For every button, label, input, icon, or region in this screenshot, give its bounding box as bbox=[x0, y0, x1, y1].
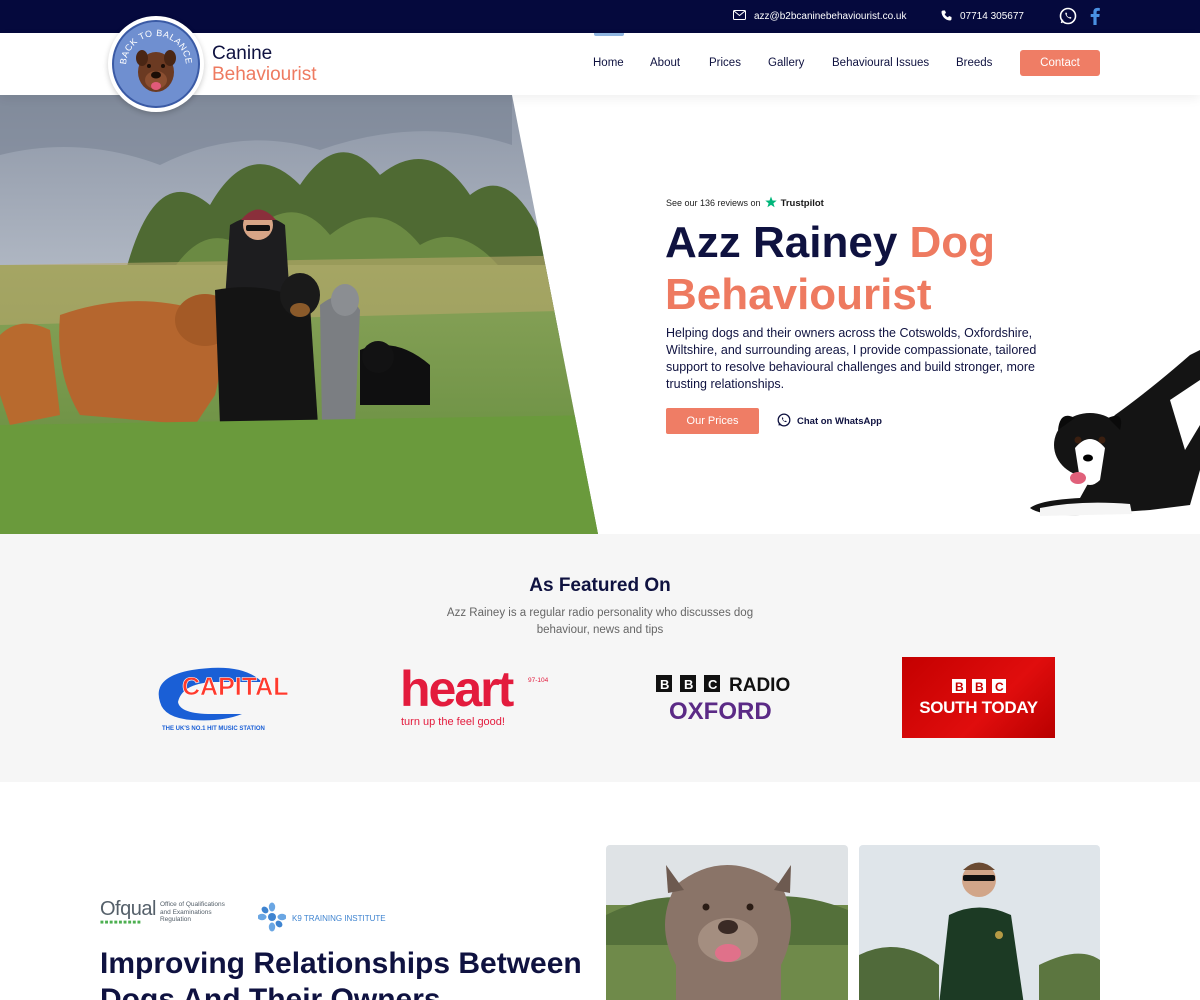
trustpilot-brand: Trustpilot bbox=[780, 197, 824, 209]
hero-heading-line2: Behaviourist bbox=[665, 270, 932, 319]
hero-heading-name: Azz Rainey bbox=[665, 218, 898, 267]
capital-wordmark: CAPITAL bbox=[182, 673, 288, 701]
ofqual-accreditation: Ofqual ■■■■■■■■■ Office of Qualification… bbox=[100, 898, 230, 926]
bbc-radio-oxford-logo: B B C RADIO OXFORD bbox=[655, 673, 805, 725]
hero-photo-owner-with-dogs bbox=[0, 95, 600, 534]
whatsapp-link-label[interactable]: Chat on WhatsApp bbox=[797, 416, 882, 427]
heart-frequency: 97-104 bbox=[528, 677, 549, 684]
hero-heading-line1: Azz Rainey Dog bbox=[665, 218, 995, 268]
bbc-letter-b2: B bbox=[684, 677, 693, 692]
hero-heading-dog: Dog bbox=[909, 218, 996, 267]
bbc-letter-c: C bbox=[708, 677, 718, 692]
trainer-outdoor-photo bbox=[859, 845, 1100, 1000]
bbc-radio-word: RADIO bbox=[729, 675, 790, 696]
phone-text[interactable]: 07714 305677 bbox=[960, 11, 1024, 22]
bbc-south-today-word: SOUTH TODAY bbox=[919, 697, 1038, 717]
heart-radio-logo: heart 97-104 turn up the feel good! bbox=[398, 661, 558, 732]
hero-description: Helping dogs and their owners across the… bbox=[666, 326, 1037, 391]
featured-subtitle: Azz Rainey is a regular radio personalit… bbox=[446, 607, 754, 636]
nav-breeds[interactable]: Breeds bbox=[956, 57, 992, 69]
capital-fm-logo: CAPITAL THE UK'S NO.1 HIT MUSIC STATION bbox=[152, 662, 292, 734]
email-link[interactable]: azz@b2bcaninebehaviourist.co.uk bbox=[733, 0, 906, 33]
trustpilot-prefix: See our 136 reviews on bbox=[666, 198, 761, 208]
bully-dog-photo bbox=[606, 845, 848, 1000]
nav-about[interactable]: About bbox=[650, 57, 680, 69]
featured-title: As Featured On bbox=[529, 575, 671, 596]
chat-whatsapp-link[interactable]: Chat on WhatsApp bbox=[777, 413, 882, 430]
contact-button[interactable]: Contact bbox=[1020, 50, 1100, 76]
hero-section: See our 136 reviews on Trustpilot bbox=[0, 95, 1200, 534]
ofqual-description: Office of Qualifications and Examination… bbox=[159, 901, 225, 923]
bbc-st-letter-b2: B bbox=[975, 680, 984, 694]
our-prices-button[interactable]: Our Prices bbox=[666, 408, 759, 434]
main-nav: Home About Prices Gallery Behavioural Is… bbox=[0, 33, 1200, 95]
capital-tagline: THE UK'S NO.1 HIT MUSIC STATION bbox=[162, 726, 265, 732]
envelope-icon bbox=[733, 10, 746, 23]
phone-link[interactable]: 07714 305677 bbox=[941, 0, 1024, 33]
nav-behavioural-issues[interactable]: Behavioural Issues bbox=[832, 57, 929, 69]
nav-prices[interactable]: Prices bbox=[709, 57, 741, 69]
email-text[interactable]: azz@b2bcaninebehaviourist.co.uk bbox=[754, 11, 906, 22]
whatsapp-icon[interactable] bbox=[1058, 6, 1078, 26]
nav-home[interactable]: Home bbox=[593, 57, 624, 69]
facebook-icon[interactable] bbox=[1085, 6, 1105, 26]
bbc-st-letter-c: C bbox=[995, 680, 1004, 694]
bbc-south-today-logo: B B C SOUTH TODAY bbox=[902, 657, 1055, 738]
k9-paw-icon bbox=[257, 902, 287, 934]
phone-icon bbox=[941, 10, 952, 24]
k9-training-institute-accreditation: K9 TRAINING INSTITUTE bbox=[257, 902, 386, 934]
ofqual-dots: ■■■■■■■■■ bbox=[100, 920, 142, 926]
heart-wordmark: heart bbox=[400, 662, 515, 717]
whatsapp-icon bbox=[777, 413, 791, 430]
relationships-heading: Improving Relationships Between Dogs And… bbox=[100, 947, 582, 1000]
bbc-letter-b1: B bbox=[660, 677, 669, 692]
bbc-oxford-word: OXFORD bbox=[669, 698, 772, 725]
nav-gallery[interactable]: Gallery bbox=[768, 57, 804, 69]
k9-label: K9 TRAINING INSTITUTE bbox=[292, 913, 386, 923]
active-nav-indicator bbox=[594, 33, 624, 36]
trustpilot-star-icon bbox=[764, 196, 777, 210]
bbc-st-letter-b1: B bbox=[955, 680, 964, 694]
heart-tagline: turn up the feel good! bbox=[401, 716, 505, 728]
trustpilot-reviews-link[interactable]: See our 136 reviews on Trustpilot bbox=[666, 196, 824, 210]
ofqual-wordmark: Ofqual bbox=[100, 898, 156, 920]
